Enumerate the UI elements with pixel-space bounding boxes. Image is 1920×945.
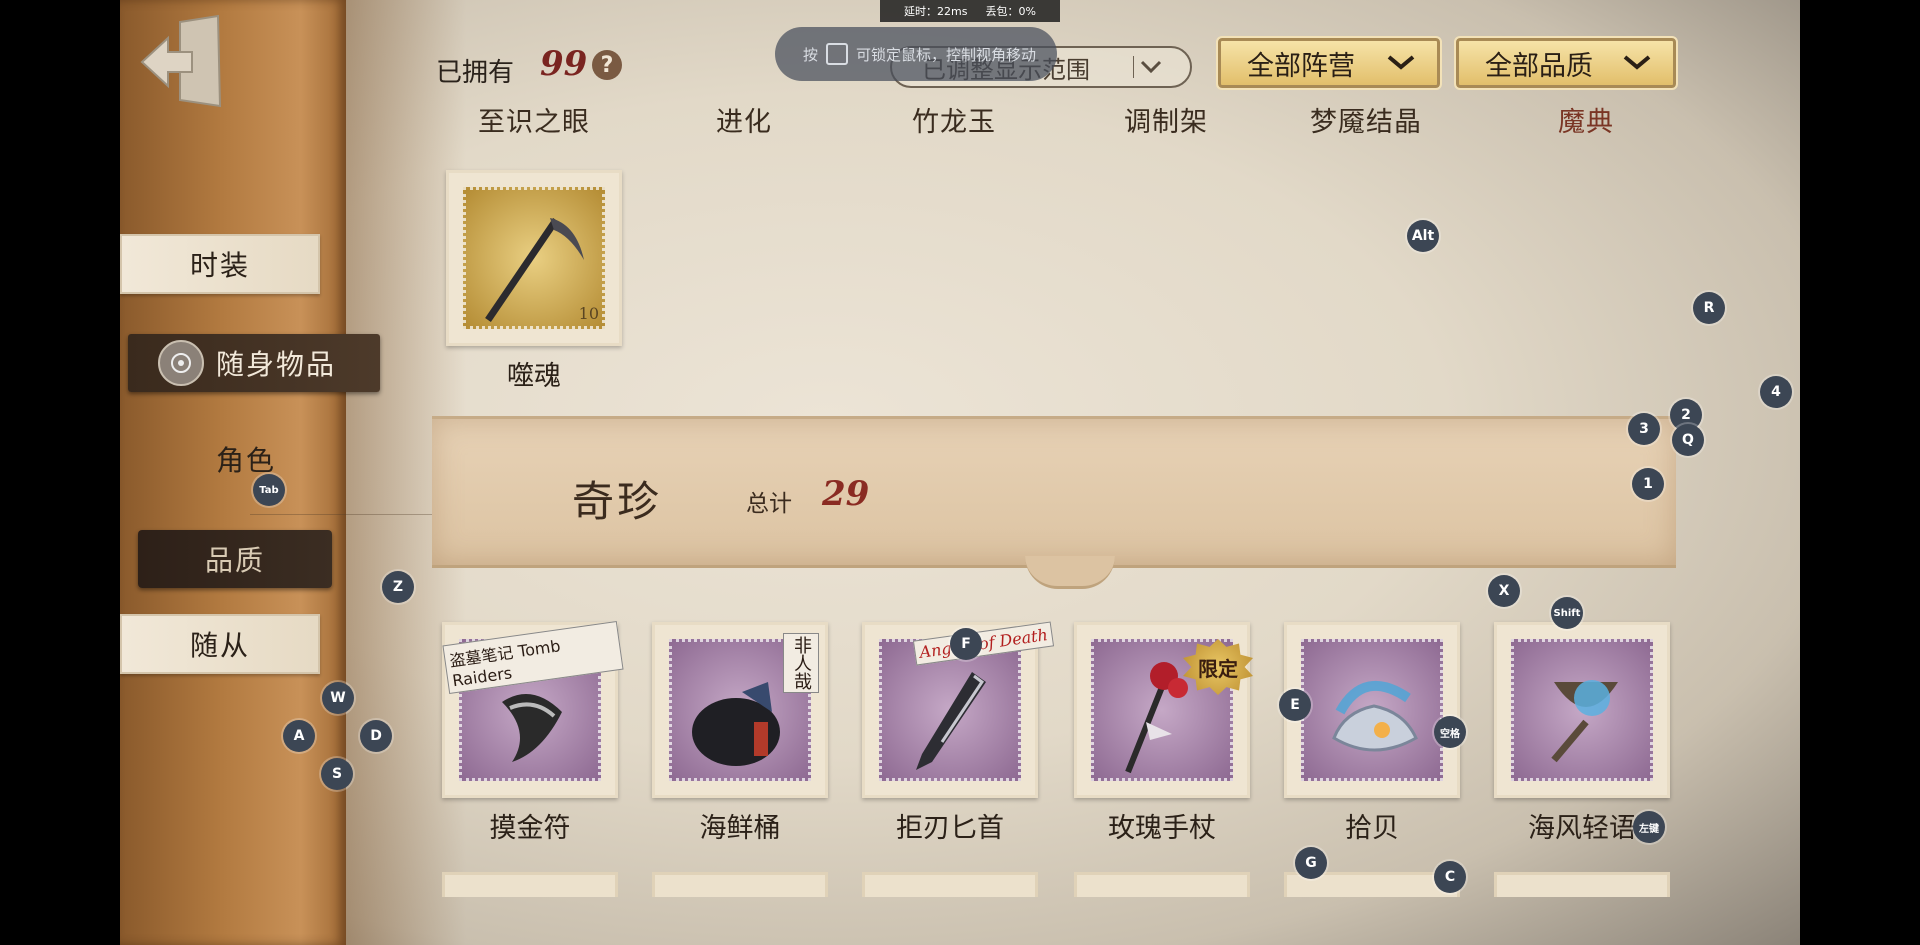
key-badge-r[interactable]: R <box>1693 292 1725 324</box>
key-badge-q[interactable]: Q <box>1672 424 1704 456</box>
sidebar-item-accessories[interactable]: 随身物品 <box>128 334 380 392</box>
divider <box>250 514 450 515</box>
sidebar-item-label: 角色 <box>215 444 276 477</box>
key-badge-z[interactable]: Z <box>382 571 414 603</box>
sidebar-item-quality[interactable]: 品质 <box>138 530 332 588</box>
key-badge-3[interactable]: 3 <box>1628 413 1660 445</box>
owned-count: 99 <box>540 44 588 84</box>
chevron-down-icon <box>1133 56 1168 78</box>
tab-eye[interactable]: 至识之眼 <box>478 100 590 139</box>
key-badge-alt[interactable]: Alt <box>1407 220 1439 252</box>
key-badge-4[interactable]: 4 <box>1760 376 1792 408</box>
key-badge-tab[interactable]: Tab <box>253 474 285 506</box>
item-stamp-shell[interactable] <box>1284 622 1460 798</box>
hint-text: 可锁定鼠标，控制视角移动 <box>856 45 1037 64</box>
item-label: 摸金符 <box>489 813 571 844</box>
item-stamp-partial[interactable] <box>442 872 618 897</box>
section-title: 奇珍 <box>572 477 663 526</box>
item-label: 拒刃匕首 <box>896 813 1004 844</box>
key-badge-space[interactable]: 空格 <box>1434 716 1466 748</box>
key-badge-g[interactable]: G <box>1295 847 1327 879</box>
item-stamp-partial[interactable] <box>1074 872 1250 897</box>
item-stamp-sea-breeze[interactable] <box>1494 622 1670 798</box>
item-stamp-partial[interactable] <box>1494 872 1670 897</box>
faction-dropdown-label: 全部阵营 <box>1247 50 1355 82</box>
sidebar-item-fashion[interactable]: 时装 <box>120 234 320 294</box>
stamp-art <box>1301 639 1443 781</box>
key-badge-a[interactable]: A <box>283 720 315 752</box>
key-badge-w[interactable]: W <box>322 682 354 714</box>
sidebar-item-character[interactable]: 角色 <box>176 434 316 484</box>
key-icon <box>826 43 849 65</box>
key-badge-f[interactable]: F <box>950 628 982 660</box>
exit-icon[interactable] <box>140 14 230 109</box>
item-label: 噬魂 <box>507 361 561 392</box>
item-stamp-rose-cane[interactable]: 限定 <box>1074 622 1253 798</box>
key-badge-x[interactable]: X <box>1488 575 1520 607</box>
section-total-label: 总计 <box>746 491 792 517</box>
shield-icon <box>158 340 204 386</box>
sidebar-item-follower[interactable]: 随从 <box>120 614 320 674</box>
packet-loss: 丢包：0% <box>985 5 1036 18</box>
chevron-down-icon <box>1623 55 1651 70</box>
section-total: 29 <box>822 474 870 514</box>
key-badge-d[interactable]: D <box>360 720 392 752</box>
mouse-lock-hint: 按 可锁定鼠标，控制视角移动 <box>775 27 1057 81</box>
key-badge-s[interactable]: S <box>321 758 353 790</box>
tab-mixing-rack[interactable]: 调制架 <box>1124 100 1208 139</box>
item-stamp-mojinfu[interactable]: 盗墓笔记 Tomb Raiders <box>442 620 624 798</box>
tab-grimoire[interactable]: 魔典 <box>1558 100 1614 139</box>
item-label: 拾贝 <box>1345 813 1399 844</box>
key-badge-1[interactable]: 1 <box>1632 468 1664 500</box>
item-label: 海鲜桶 <box>699 813 781 844</box>
key-badge-e[interactable]: E <box>1279 689 1311 721</box>
item-stamp-partial[interactable] <box>862 872 1038 897</box>
goblet-icon <box>1551 680 1618 763</box>
dagger-icon <box>916 672 986 770</box>
latency: 延时：22ms <box>904 5 968 18</box>
tab-evolution[interactable]: 进化 <box>716 100 772 139</box>
owned-label: 已拥有 <box>436 58 515 88</box>
key-badge-left-click[interactable]: 左键 <box>1633 811 1665 843</box>
item-stamp-soul-devour[interactable]: 10 <box>446 170 622 346</box>
sidebar-item-label: 品质 <box>204 544 265 577</box>
key-badge-shift[interactable]: Shift <box>1551 597 1583 629</box>
hint-prefix: 按 <box>803 45 819 64</box>
item-stamp-seafood-bucket[interactable]: 非人哉 <box>652 622 828 798</box>
shell-icon <box>1332 680 1418 752</box>
network-stats: 延时：22ms 丢包：0% <box>880 0 1060 22</box>
sidebar-item-label: 随身物品 <box>216 348 337 381</box>
item-label: 玫瑰手杖 <box>1108 813 1216 844</box>
stamp-art <box>1511 639 1653 781</box>
stamp-value: 10 <box>578 304 599 323</box>
game-screen: 时装 随身物品 角色 品质 随从 已拥有 99 ? 已调整显示范围 全部阵营 全… <box>120 0 1800 945</box>
quality-dropdown[interactable]: 全部品质 <box>1454 36 1678 90</box>
tab-nightmare-crystal[interactable]: 梦魇结晶 <box>1310 100 1422 139</box>
item-tag: 非人哉 <box>783 633 819 693</box>
key-badge-c[interactable]: C <box>1434 861 1466 893</box>
chevron-down-icon <box>1387 55 1415 70</box>
item-stamp-partial[interactable] <box>652 872 828 897</box>
sidebar-item-label: 随从 <box>189 629 250 662</box>
sidebar-item-label: 时装 <box>189 249 250 282</box>
help-icon[interactable]: ? <box>592 50 622 80</box>
tab-bamboo-jade[interactable]: 竹龙玉 <box>912 100 996 139</box>
quality-dropdown-label: 全部品质 <box>1485 50 1593 82</box>
banner-tab <box>1025 556 1115 589</box>
faction-dropdown[interactable]: 全部阵营 <box>1216 36 1442 90</box>
